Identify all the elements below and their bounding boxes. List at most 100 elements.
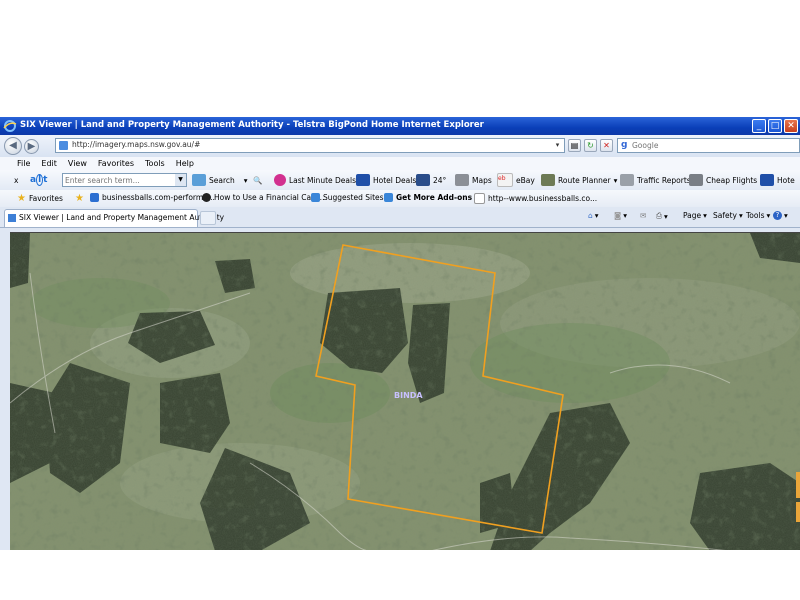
refresh-icon: ↻ — [587, 141, 594, 150]
read-mail-button[interactable]: ✉ — [640, 211, 646, 220]
window-title: SIX Viewer | Land and Property Managemen… — [20, 120, 484, 130]
toolbar-traffic-reports[interactable]: Traffic Reports — [620, 173, 691, 187]
tab-six-viewer[interactable]: SIX Viewer | Land and Property Managemen… — [4, 209, 224, 227]
menu-tools[interactable]: Tools — [145, 157, 165, 170]
toolbar-search-dropdown-icon[interactable]: ▼ — [175, 174, 186, 186]
toolbar-search-input[interactable] — [63, 174, 177, 186]
toolbar-hotel-deals[interactable]: Hotel Deals — [356, 173, 416, 187]
menu-edit[interactable]: Edit — [41, 157, 57, 170]
home-button[interactable]: ⌂ ▾ — [588, 211, 599, 220]
favorite-link-2[interactable]: How to Use a Financial Calc... — [202, 193, 324, 202]
menu-help[interactable]: Help — [176, 157, 194, 170]
page-menu[interactable]: Page ▾ — [683, 211, 707, 220]
help-icon: ? — [773, 211, 782, 220]
toolbar-search-button[interactable]: Search ▾ — [192, 173, 248, 187]
compatibility-view-button[interactable]: ▤ — [568, 139, 581, 152]
forward-button[interactable]: ▶ — [24, 139, 39, 154]
toolbar-close-button[interactable]: x — [14, 173, 18, 187]
address-bar[interactable]: http://imagery.maps.nsw.gov.au/# ▾ — [55, 138, 565, 153]
window-controls: _ □ ✕ — [752, 119, 798, 133]
minimize-button[interactable]: _ — [752, 119, 766, 133]
home-icon: ⌂ — [588, 211, 593, 220]
toolbar-search-label: Search — [209, 175, 235, 185]
route-icon — [541, 174, 555, 186]
map-side-panel-tab[interactable] — [796, 502, 800, 522]
favorites-button[interactable]: ★ Favorites — [17, 193, 63, 204]
ie-logo-icon — [3, 120, 17, 132]
hotels-label: Hote — [777, 175, 795, 185]
ebay-label: eBay — [516, 175, 535, 185]
chevron-down-icon: ▾ — [766, 211, 771, 220]
tools-menu-label: Tools — [746, 211, 765, 220]
safety-menu[interactable]: Safety ▾ — [713, 211, 743, 220]
favorites-star-icon: ★ — [17, 193, 26, 204]
tab-label: SIX Viewer | Land and Property Managemen… — [19, 213, 225, 222]
toolbar-route-planner[interactable]: Route Planner ▾ — [541, 173, 617, 187]
stop-icon: ✕ — [603, 141, 610, 150]
favorite-link-5[interactable]: http--www.businessballs.co... — [474, 193, 597, 204]
chevron-down-icon: ▾ — [613, 175, 618, 185]
toolbar-cheap-flights[interactable]: Cheap Flights — [689, 173, 757, 187]
search-icon — [192, 174, 206, 186]
toolbar-maps[interactable]: Maps — [455, 173, 492, 187]
addon-toolbar: x alt ▼ Search ▾ 🔍 Last Minute Deals Hot… — [0, 170, 800, 190]
toolbar-weather[interactable]: 24° — [416, 173, 446, 187]
suggested-sites-link[interactable]: Suggested Sites ▾ — [311, 193, 390, 202]
menu-file[interactable]: File — [17, 157, 30, 170]
chevron-down-icon: ▾ — [703, 211, 707, 220]
tab-row: SIX Viewer | Land and Property Managemen… — [0, 207, 800, 228]
page-icon — [59, 141, 68, 150]
refresh-button[interactable]: ↻ — [584, 139, 597, 152]
rss-icon: ◙ — [614, 211, 622, 220]
search-box[interactable]: g — [617, 138, 800, 153]
address-dropdown-icon[interactable]: ▾ — [552, 140, 563, 151]
print-button[interactable]: ⎙ ▾ — [656, 211, 668, 221]
menu-view[interactable]: View — [68, 157, 87, 170]
help-button[interactable]: ? ▾ — [773, 211, 788, 220]
page-icon — [474, 193, 485, 204]
address-url: http://imagery.maps.nsw.gov.au/# — [72, 140, 201, 149]
get-more-addons-link[interactable]: Get More Add-ons ▾ — [384, 193, 479, 202]
maps-icon — [455, 174, 469, 186]
traffic-reports-label: Traffic Reports — [637, 175, 691, 185]
ebay-icon: eb — [497, 173, 513, 187]
mail-icon: ✉ — [640, 211, 647, 220]
search-input[interactable] — [632, 139, 792, 152]
close-button[interactable]: ✕ — [784, 119, 798, 133]
get-more-addons-label: Get More Add-ons — [396, 193, 473, 202]
toolbar-hotels[interactable]: Hote — [760, 173, 795, 187]
google-icon: g — [621, 140, 628, 150]
chevron-down-icon: ▾ — [243, 175, 248, 185]
map-viewer[interactable]: BINDA — [10, 232, 800, 550]
compat-icon: ▤ — [570, 141, 579, 150]
flights-icon — [689, 174, 703, 186]
chevron-down-icon: ▾ — [784, 211, 788, 220]
feeds-button[interactable]: ◙ ▾ — [614, 211, 627, 220]
toolbar-highlight-button[interactable]: 🔍 — [253, 173, 262, 187]
map-side-panel-tab[interactable] — [796, 472, 800, 498]
toolbar-search-box[interactable]: ▼ — [62, 173, 187, 187]
map-location-label: BINDA — [394, 391, 423, 400]
ie-page-icon — [311, 193, 320, 202]
back-arrow-icon: ◀ — [9, 140, 17, 151]
toolbar-ebay[interactable]: eb eBay — [497, 173, 535, 187]
aerial-map[interactable]: BINDA — [10, 233, 800, 550]
favorites-label: Favorites — [28, 194, 63, 203]
stop-button[interactable]: ✕ — [600, 139, 613, 152]
maximize-button[interactable]: □ — [768, 119, 782, 133]
hotel-icon — [356, 174, 370, 186]
tools-menu[interactable]: Tools ▾ — [746, 211, 770, 220]
favorite-link-1[interactable]: businessballs.com-performa... — [90, 193, 215, 202]
page-icon — [8, 214, 16, 222]
toolbar-last-minute-deals[interactable]: Last Minute Deals — [274, 173, 356, 187]
alot-logo[interactable]: alt — [30, 173, 47, 187]
add-to-favorites-button[interactable]: ★ — [75, 193, 84, 204]
route-planner-label: Route Planner — [558, 175, 611, 185]
back-button[interactable]: ◀ — [4, 137, 22, 155]
menu-favorites[interactable]: Favorites — [98, 157, 134, 170]
forward-arrow-icon: ▶ — [27, 141, 36, 152]
suggested-sites-label: Suggested Sites — [323, 193, 384, 202]
hotel-icon — [760, 174, 774, 186]
ie-page-icon — [384, 193, 393, 202]
new-tab-button[interactable] — [200, 211, 216, 225]
